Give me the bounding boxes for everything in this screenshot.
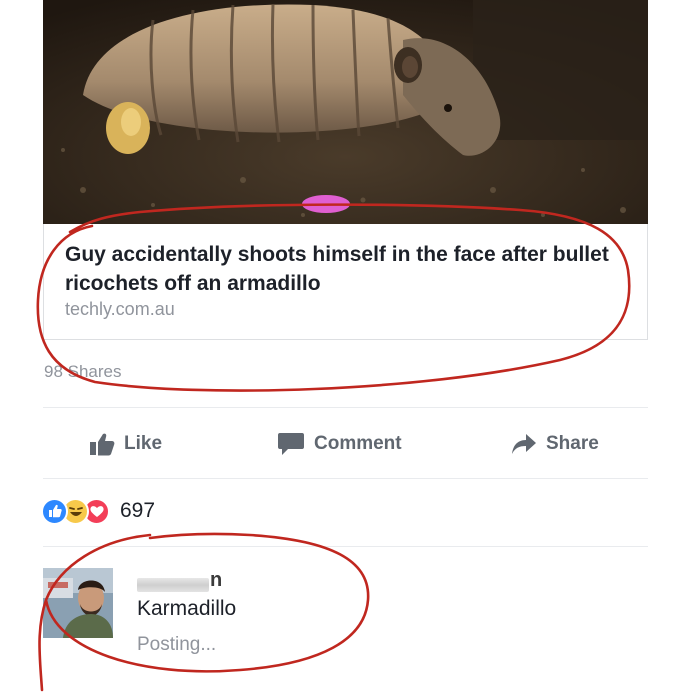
comment-button[interactable]: Comment bbox=[277, 429, 402, 459]
comment-text: Karmadillo bbox=[137, 597, 237, 620]
comment-label: Comment bbox=[314, 433, 402, 454]
link-preview-image[interactable] bbox=[43, 0, 648, 224]
armadillo-photo bbox=[43, 0, 648, 224]
reactions-count: 697 bbox=[120, 499, 156, 522]
author-name-suffix: n bbox=[210, 569, 223, 591]
share-button[interactable]: Share bbox=[511, 429, 599, 459]
link-preview-card[interactable]: Guy accidentally shoots himself in the f… bbox=[43, 224, 648, 340]
link-domain: techly.com.au bbox=[65, 299, 175, 319]
separator bbox=[43, 546, 648, 547]
reactions-summary[interactable]: 697 bbox=[41, 496, 155, 526]
separator bbox=[43, 478, 648, 479]
comment-status: Posting... bbox=[137, 634, 217, 655]
share-label: Share bbox=[546, 433, 599, 454]
comment-author[interactable]: n bbox=[137, 568, 222, 592]
thumbs-up-icon bbox=[89, 432, 115, 456]
shares-count[interactable]: 98 Shares bbox=[44, 362, 122, 382]
share-arrow-icon bbox=[511, 433, 537, 455]
like-reaction-icon bbox=[41, 497, 68, 525]
like-label: Like bbox=[124, 433, 163, 454]
redacted-name bbox=[137, 578, 209, 592]
link-title[interactable]: Guy accidentally shoots himself in the f… bbox=[65, 240, 635, 298]
like-button[interactable]: Like bbox=[89, 429, 162, 459]
separator bbox=[43, 407, 648, 408]
speech-bubble-icon bbox=[277, 432, 305, 456]
profile-photo bbox=[43, 568, 113, 638]
avatar[interactable] bbox=[43, 568, 113, 638]
